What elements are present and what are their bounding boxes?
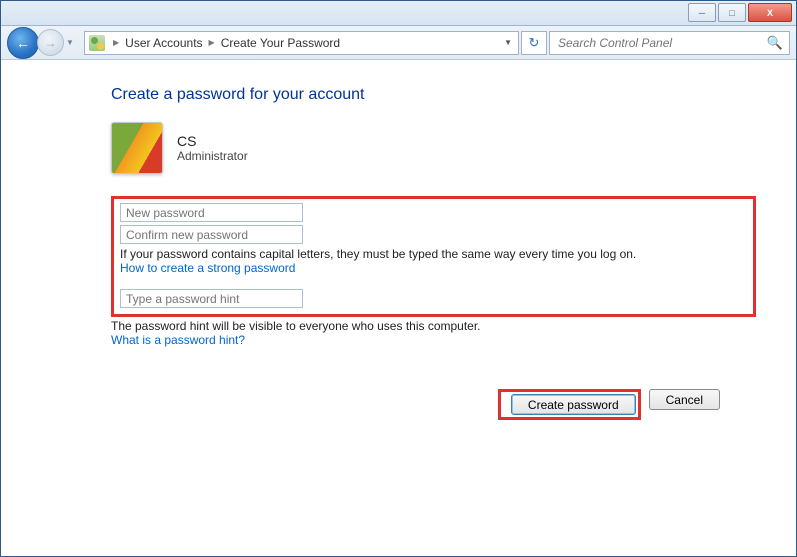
navigation-bar: ← → ▼ ▶ User Accounts ▶ Create Your Pass…	[1, 26, 796, 60]
maximize-button[interactable]: □	[718, 3, 746, 22]
breadcrumb-level1[interactable]: User Accounts	[121, 36, 206, 50]
confirm-password-input[interactable]	[120, 225, 303, 244]
strong-password-link[interactable]: How to create a strong password	[120, 261, 747, 275]
user-role: Administrator	[177, 149, 248, 163]
search-input[interactable]	[556, 35, 767, 51]
title-bar: ─ □ X	[1, 1, 796, 26]
content-area: Create a password for your account CS Ad…	[1, 60, 796, 420]
nav-history-dropdown[interactable]: ▼	[66, 38, 78, 47]
address-bar[interactable]: ▶ User Accounts ▶ Create Your Password ▼	[84, 31, 519, 55]
password-hint-input[interactable]	[120, 289, 303, 308]
minimize-button[interactable]: ─	[688, 3, 716, 22]
hint-visibility-note: The password hint will be visible to eve…	[111, 319, 756, 333]
cancel-button[interactable]: Cancel	[649, 389, 720, 410]
search-box[interactable]: 🔍	[549, 31, 790, 55]
user-accounts-icon	[89, 35, 105, 51]
highlight-create-button: Create password	[498, 389, 641, 420]
back-button[interactable]: ←	[7, 27, 39, 59]
address-dropdown-icon[interactable]: ▼	[498, 38, 518, 47]
window-frame: ─ □ X ← → ▼ ▶ User Accounts ▶ Create You…	[0, 0, 797, 557]
page-heading: Create a password for your account	[111, 86, 756, 104]
create-password-button[interactable]: Create password	[511, 394, 636, 415]
breadcrumb-level2[interactable]: Create Your Password	[217, 36, 344, 50]
button-row: Create password Cancel	[111, 389, 720, 420]
forward-button[interactable]: →	[37, 29, 64, 56]
search-icon[interactable]: 🔍	[767, 35, 783, 51]
chevron-right-icon: ▶	[111, 38, 121, 47]
new-password-input[interactable]	[120, 203, 303, 222]
chevron-right-icon: ▶	[207, 38, 217, 47]
password-hint-link[interactable]: What is a password hint?	[111, 333, 756, 347]
user-info: CS Administrator	[111, 122, 756, 174]
close-button[interactable]: X	[748, 3, 792, 22]
refresh-button[interactable]: ↻	[521, 31, 547, 55]
user-name: CS	[177, 133, 248, 149]
user-avatar	[111, 122, 163, 174]
highlight-password-section: If your password contains capital letter…	[111, 196, 756, 317]
caps-note: If your password contains capital letter…	[120, 247, 747, 261]
